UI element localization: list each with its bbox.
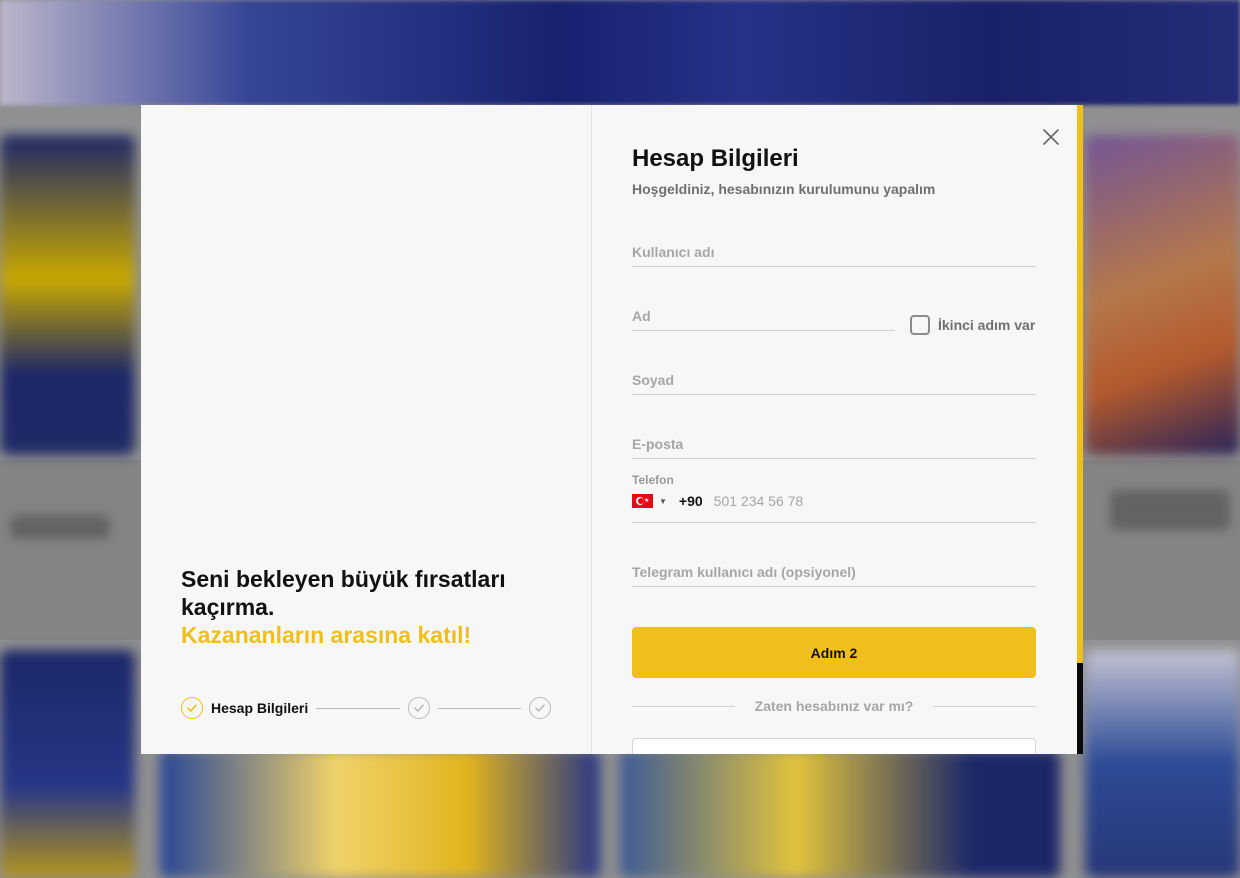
- form-title: Hesap Bilgileri: [632, 145, 799, 172]
- login-divider: Zaten hesabınız var mı?: [632, 698, 1036, 714]
- name-field: [632, 291, 895, 331]
- second-name-option[interactable]: İkinci adım var: [910, 315, 1035, 335]
- step-1-check-icon: [181, 697, 203, 719]
- step-1-label: Hesap Bilgileri: [211, 700, 309, 716]
- form-subtitle: Hoşgeldiniz, hesabınızın kurulumunu yapa…: [632, 181, 936, 197]
- name-input[interactable]: [632, 291, 895, 327]
- surname-field: [632, 355, 1036, 395]
- phone-input[interactable]: [713, 493, 954, 509]
- username-input[interactable]: [632, 227, 1036, 263]
- email-field: [632, 419, 1036, 459]
- country-code: +90: [678, 493, 703, 509]
- login-prompt: Zaten hesabınız var mı?: [754, 698, 914, 714]
- registration-modal: Seni bekleyen büyük fırsatları kaçırma. …: [141, 105, 1083, 754]
- scrollbar-thumb[interactable]: [1077, 105, 1083, 663]
- surname-input[interactable]: [632, 355, 1036, 391]
- scrollbar[interactable]: [1077, 105, 1083, 754]
- step-2-check-icon: [407, 697, 430, 719]
- second-name-checkbox[interactable]: [910, 315, 930, 335]
- telegram-input[interactable]: [632, 547, 1036, 583]
- divider-line: [632, 705, 735, 707]
- step-connector: [437, 707, 522, 709]
- step-3-check-icon: [529, 697, 552, 719]
- promo-line-2: Kazananların arasına katıl!: [181, 622, 472, 648]
- chevron-down-icon[interactable]: ▼: [659, 497, 667, 506]
- step-progress: Hesap Bilgileri: [181, 697, 552, 719]
- promo-panel: Seni bekleyen büyük fırsatları kaçırma. …: [141, 105, 592, 754]
- turkey-flag-icon[interactable]: ★: [632, 494, 653, 508]
- login-button[interactable]: [632, 738, 1036, 754]
- username-field: [632, 227, 1036, 267]
- divider-line: [933, 705, 1036, 707]
- next-step-button[interactable]: Adım 2: [632, 627, 1036, 678]
- email-input[interactable]: [632, 419, 1036, 455]
- form-panel: Hesap Bilgileri Hoşgeldiniz, hesabınızın…: [592, 105, 1083, 754]
- close-icon[interactable]: [1041, 127, 1061, 147]
- promo-line-1: Seni bekleyen büyük fırsatları kaçırma.: [181, 566, 506, 620]
- promo-headline: Seni bekleyen büyük fırsatları kaçırma. …: [181, 565, 571, 649]
- second-name-label: İkinci adım var: [938, 317, 1036, 333]
- step-connector: [316, 707, 400, 709]
- phone-label: Telefon: [632, 473, 674, 487]
- phone-field: Telefon ★ ▼ +90: [632, 473, 1036, 523]
- telegram-field: [632, 547, 1036, 587]
